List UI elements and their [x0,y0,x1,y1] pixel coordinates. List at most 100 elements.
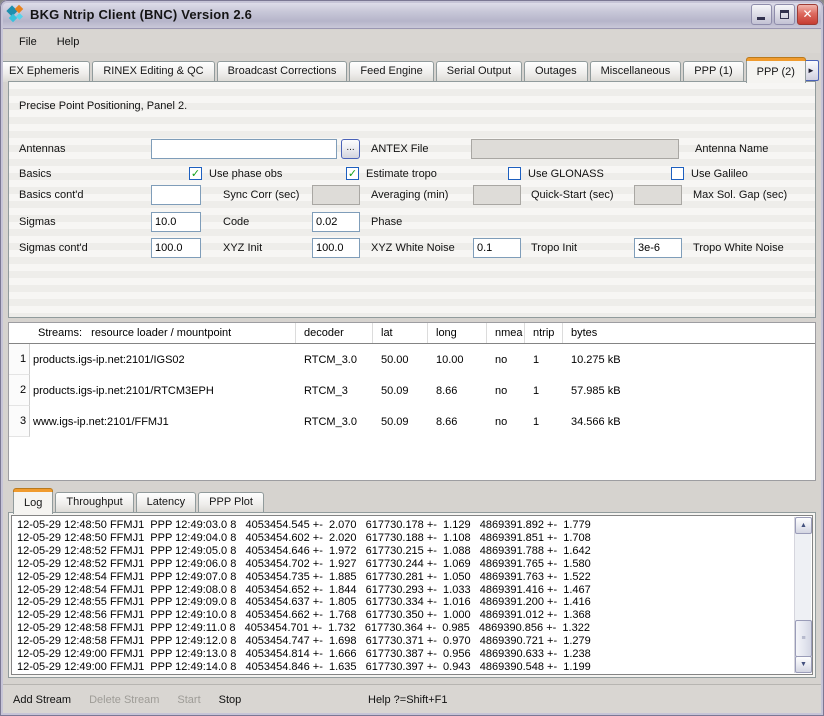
log-lines: 12-05-29 12:48:50 FFMJ1 PPP 12:49:03.0 8… [17,519,790,672]
ellipsis-icon: ... [346,142,354,153]
table-row[interactable]: 2 products.igs-ip.net:2101/RTCM3EPH RTCM… [9,375,815,406]
maximize-button[interactable] [774,4,795,25]
ppp2-panel: Precise Point Positioning, Panel 2. Ante… [8,81,816,318]
scroll-down-button[interactable]: ▼ [795,656,812,673]
tab-latency[interactable]: Latency [136,492,197,513]
sigma-code-label: Code [223,211,249,233]
header-numcol [9,323,30,343]
basics-label: Basics [19,163,51,185]
app-window: BKG Ntrip Client (BNC) Version 2.6 ✕ Fil… [0,0,824,716]
sigma-code-input[interactable] [151,212,201,232]
cell-mountpoint: products.igs-ip.net:2101/IGS02 [30,354,296,366]
checkbox-use-phase-obs[interactable]: ✓ [189,167,202,180]
row-number: 3 [9,406,30,437]
basics-contd-label: Basics cont'd [19,184,83,206]
quick-start-input [473,185,521,205]
stop-button[interactable]: Stop [211,690,250,710]
antenna-name-label: Antenna Name [695,138,768,160]
table-row[interactable]: 1 products.igs-ip.net:2101/IGS02 RTCM_3.… [9,344,815,375]
header-lat: lat [373,323,428,343]
cell-decoder: RTCM_3.0 [296,416,373,428]
header-decoder: decoder [296,323,373,343]
xyz-init-label: XYZ Init [223,237,262,259]
cell-bytes: 57.985 kB [563,385,815,397]
close-icon: ✕ [802,7,812,21]
status-bar: Add Stream Delete Stream Start Stop Help… [3,684,821,714]
antex-file-label: ANTEX File [371,138,428,160]
xyz-white-noise-label: XYZ White Noise [371,237,455,259]
close-button[interactable]: ✕ [797,4,818,25]
cell-mountpoint: products.igs-ip.net:2101/RTCM3EPH [30,385,296,397]
checkbox-use-galileo[interactable] [671,167,684,180]
xyz-white-noise-input[interactable] [312,238,360,258]
use-phase-obs-label: Use phase obs [209,163,282,185]
tab-outages[interactable]: Outages [524,61,588,82]
tab-ppp-2[interactable]: PPP (2) [746,58,806,83]
tab-rinex-ephemeris[interactable]: EX Ephemeris [3,61,90,82]
antennas-input[interactable] [151,139,337,159]
cell-lat: 50.09 [373,416,428,428]
tab-miscellaneous[interactable]: Miscellaneous [590,61,682,82]
xyz-init-input[interactable] [151,238,201,258]
header-bytes: bytes [563,323,815,343]
minimize-icon [757,17,765,20]
log-scrollbar[interactable]: ▲ ≡ ▼ [794,517,811,673]
use-glonass-label: Use GLONASS [528,163,604,185]
tab-serial-output[interactable]: Serial Output [436,61,522,82]
thumb-grip-icon: ≡ [801,635,805,642]
cell-nmea: no [487,416,525,428]
tab-feed-engine[interactable]: Feed Engine [349,61,433,82]
tab-broadcast-corrections[interactable]: Broadcast Corrections [217,61,348,82]
panel-heading: Precise Point Positioning, Panel 2. [19,100,187,112]
tab-log[interactable]: Log [13,489,53,514]
checkbox-use-glonass[interactable] [508,167,521,180]
antennas-browse-button[interactable]: ... [341,139,360,159]
cell-nmea: no [487,385,525,397]
menu-file[interactable]: File [10,33,46,51]
cell-bytes: 10.275 kB [563,354,815,366]
streams-table: Streams: resource loader / mountpoint de… [8,322,816,481]
averaging-input [312,185,360,205]
scroll-right-icon: ► [807,66,815,75]
max-sol-gap-input [634,185,682,205]
cell-ntrip: 1 [525,385,563,397]
check-icon: ✓ [191,168,200,180]
tropo-init-input[interactable] [473,238,521,258]
cell-ntrip: 1 [525,354,563,366]
menubar: File Help [3,30,821,53]
menu-help[interactable]: Help [48,33,89,51]
table-row[interactable]: 3 www.igs-ip.net:2101/FFMJ1 RTCM_3.0 50.… [9,406,815,437]
header-nmea: nmea [487,323,525,343]
averaging-label: Averaging (min) [371,184,448,206]
tab-rinex-editing-qc[interactable]: RINEX Editing & QC [92,61,214,82]
cell-bytes: 34.566 kB [563,416,815,428]
start-button: Start [169,690,208,710]
cell-ntrip: 1 [525,416,563,428]
streams-table-header: Streams: resource loader / mountpoint de… [9,323,815,344]
cell-decoder: RTCM_3 [296,385,373,397]
help-shortcut-label: Help ?=Shift+F1 [368,694,448,706]
cell-long: 8.66 [428,416,487,428]
cell-long: 10.00 [428,354,487,366]
cell-nmea: no [487,354,525,366]
sync-corr-input[interactable] [151,185,201,205]
minimize-button[interactable] [751,4,772,25]
log-text-area[interactable]: 12-05-29 12:48:50 FFMJ1 PPP 12:49:03.0 8… [11,515,813,675]
cell-mountpoint: www.igs-ip.net:2101/FFMJ1 [30,416,296,428]
checkbox-estimate-tropo[interactable]: ✓ [346,167,359,180]
maximize-icon [780,10,789,19]
arrow-up-icon: ▲ [800,522,807,529]
scroll-up-button[interactable]: ▲ [795,517,812,534]
arrow-down-icon: ▼ [800,661,807,668]
tab-ppp-1[interactable]: PPP (1) [683,61,743,82]
tab-throughput[interactable]: Throughput [55,492,133,513]
scroll-thumb[interactable]: ≡ [795,620,812,657]
sigma-phase-input[interactable] [312,212,360,232]
titlebar[interactable]: BKG Ntrip Client (BNC) Version 2.6 ✕ [0,0,824,29]
check-icon: ✓ [348,168,357,180]
tab-ppp-plot[interactable]: PPP Plot [198,492,264,513]
header-ntrip: ntrip [525,323,563,343]
header-long: long [428,323,487,343]
tropo-white-noise-input[interactable] [634,238,682,258]
add-stream-button[interactable]: Add Stream [5,690,79,710]
